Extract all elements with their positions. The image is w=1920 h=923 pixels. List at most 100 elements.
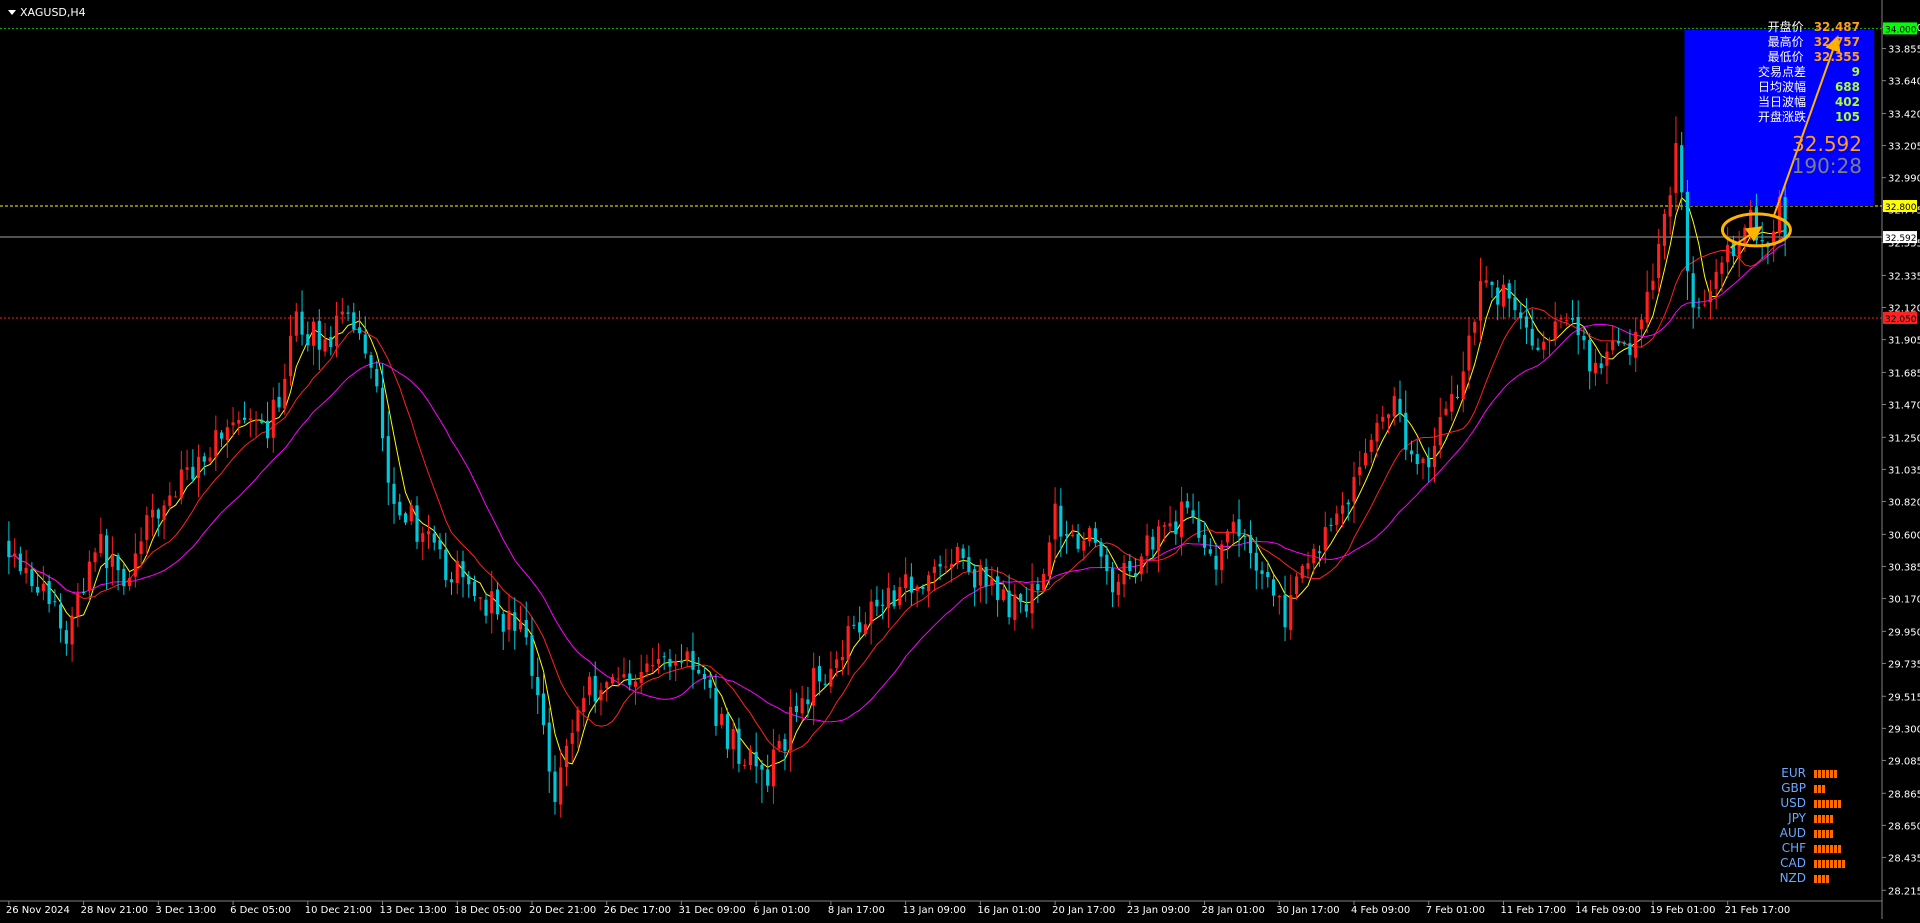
candle-body [1507, 283, 1511, 299]
strength-bars [1814, 844, 1850, 853]
candle-body [651, 665, 655, 667]
y-tick-label: 29.735 [1888, 659, 1920, 670]
candle-body [771, 749, 776, 787]
candle-body [628, 673, 632, 685]
y-tick-label: 31.250 [1888, 433, 1920, 444]
candle-body [82, 591, 86, 594]
candle-body [208, 457, 212, 462]
price-tag-label: 32.050 [1885, 315, 1917, 325]
candle-body [789, 706, 793, 751]
candle-body [944, 566, 948, 568]
strength-bar [1822, 829, 1825, 838]
candle-body [668, 658, 672, 667]
candle-body [1565, 320, 1569, 322]
candle-body [501, 613, 505, 632]
candle-body [909, 576, 913, 593]
candle-body [1358, 466, 1362, 476]
candle-body [110, 555, 114, 567]
candle-body [507, 610, 511, 630]
caret-down-icon[interactable] [8, 10, 16, 15]
candle-body [380, 387, 385, 439]
candle-body [1404, 412, 1408, 450]
candle-body [605, 682, 609, 689]
candle-body [955, 546, 959, 564]
y-tick-label: 29.300 [1888, 724, 1920, 735]
strength-bar [1834, 769, 1837, 778]
candle-body [1139, 556, 1143, 575]
currency-name: GBP [1781, 781, 1806, 795]
candle-body [1513, 297, 1517, 311]
candle-body [1726, 244, 1730, 263]
candle-body [1237, 519, 1241, 537]
candle-body [1668, 195, 1672, 217]
candle-body [1409, 450, 1414, 455]
candle-body [1185, 501, 1189, 508]
candle-body [283, 378, 287, 409]
x-tick-label: 10 Dec 21:00 [305, 905, 372, 916]
candle-body [346, 312, 350, 314]
strength-bar [1826, 844, 1829, 853]
candle-body [76, 593, 80, 617]
candle-body [1019, 594, 1023, 602]
candle-body [403, 513, 408, 523]
strength-bar [1814, 769, 1817, 778]
candle-body [927, 575, 931, 592]
candle-body [961, 548, 965, 559]
candle-body [1501, 284, 1506, 307]
currency-name: CHF [1781, 841, 1806, 855]
strength-bar [1838, 859, 1841, 868]
info-value: 32.355 [1813, 50, 1860, 64]
info-row: 当日波幅 402 [1700, 95, 1860, 110]
info-value: 402 [1834, 95, 1860, 109]
candle-body [541, 693, 546, 726]
candle-body [1444, 408, 1448, 415]
candle-body [1197, 518, 1201, 538]
candle-body [858, 622, 862, 633]
candle-body [1174, 521, 1178, 535]
candle-body [1691, 273, 1695, 308]
candle-body [1329, 524, 1333, 526]
y-tick-label: 30.385 [1888, 562, 1920, 573]
y-tick-label: 28.435 [1888, 853, 1920, 864]
candle-body [1133, 573, 1138, 577]
candle-body [610, 677, 615, 684]
strength-bar [1818, 829, 1821, 838]
candle-body [444, 549, 448, 581]
candle-body [99, 534, 103, 554]
candle-body [1059, 505, 1063, 537]
candle-body [1352, 476, 1356, 502]
x-tick-label: 30 Jan 17:00 [1276, 905, 1339, 916]
candle-body [438, 539, 442, 550]
strength-bar [1814, 859, 1817, 868]
candle-body [691, 650, 695, 670]
candle-body [87, 561, 91, 591]
candle-body [369, 355, 373, 368]
candle-body [122, 568, 126, 587]
candle-body [978, 565, 982, 586]
candle-body [593, 675, 597, 702]
strength-bar [1814, 784, 1817, 793]
candle-body [1536, 347, 1540, 350]
info-row: 最低价 32.355 [1700, 50, 1860, 65]
y-tick-label: 30.820 [1888, 498, 1920, 509]
chart-container[interactable]: 34.000 33.855 33.640 33.420 33.205 32.990 32.7… [0, 0, 1920, 919]
info-row: 开盘价 32.487 [1700, 20, 1860, 35]
symbol-title[interactable]: XAGUSD,H4 [8, 6, 86, 19]
candle-body [777, 740, 781, 749]
candle-body [932, 566, 936, 573]
bar-countdown: 190:28 [1791, 154, 1862, 178]
candle-body [472, 581, 477, 596]
candle-body [41, 583, 45, 592]
y-tick-label: 28.215 [1888, 886, 1920, 897]
candle-body [1369, 439, 1373, 452]
candle-body [1680, 145, 1684, 193]
price-chart[interactable]: 34.000 33.855 33.640 33.420 33.205 32.990 32.7… [0, 0, 1920, 919]
candle-body [1335, 513, 1339, 525]
candle-body [553, 771, 557, 802]
info-label: 开盘涨跌 [1757, 110, 1806, 124]
candle-body [334, 315, 339, 347]
strength-bar [1834, 844, 1837, 853]
candle-body [1065, 534, 1069, 536]
candle-body [1214, 555, 1218, 570]
candle-body [904, 574, 908, 589]
